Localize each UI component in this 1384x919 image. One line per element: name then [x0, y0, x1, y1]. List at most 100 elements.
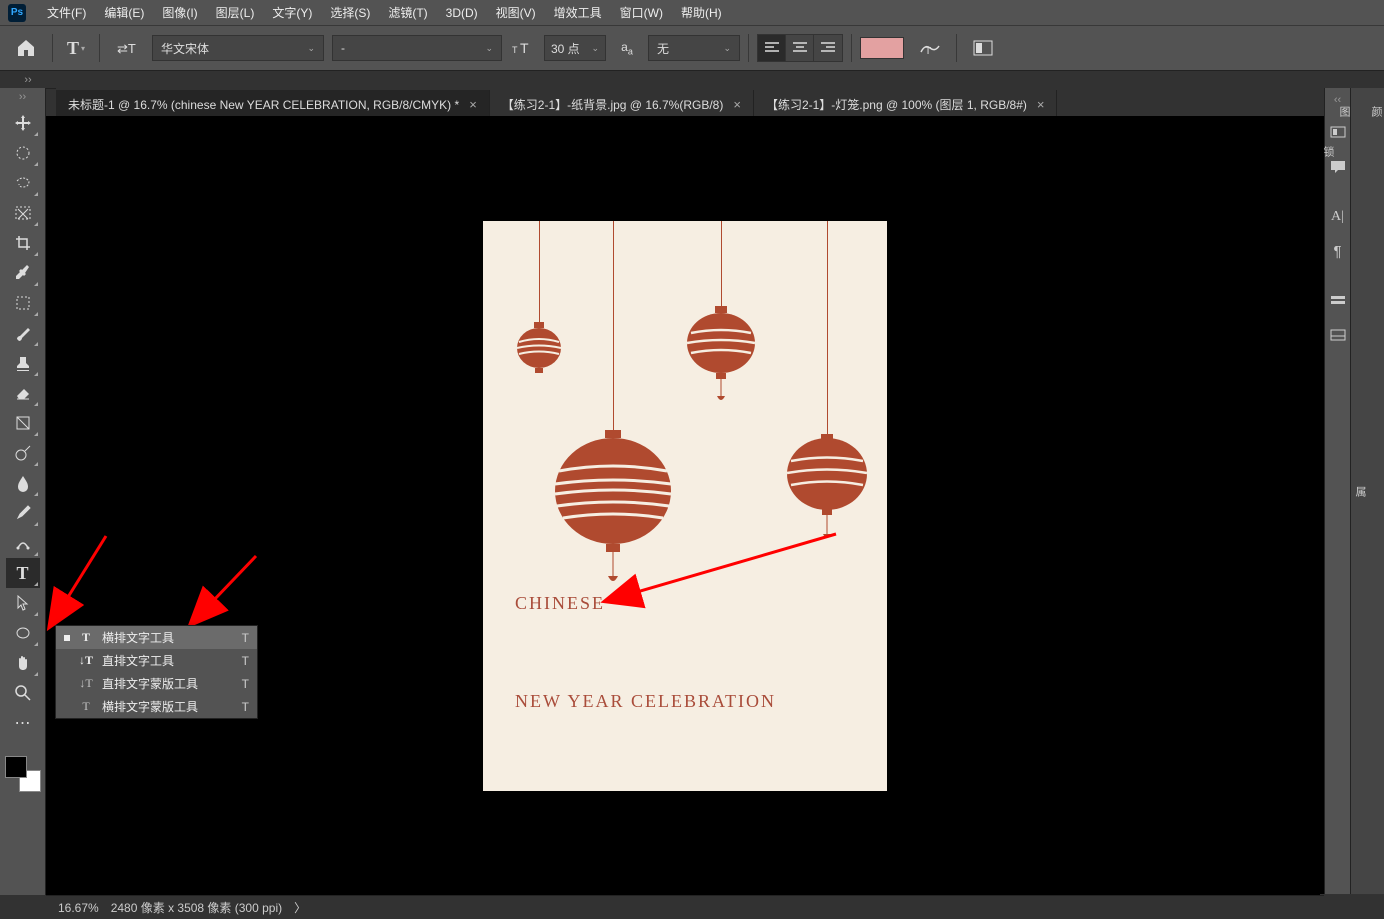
menu-layer[interactable]: 图层(L) [207, 4, 264, 21]
docbar-handle[interactable]: ›› [0, 71, 56, 89]
color-swatches[interactable] [5, 756, 41, 792]
document-tab[interactable]: 【练习2-1】-纸背景.jpg @ 16.7%(RGB/8) × [490, 90, 754, 118]
type-icon: T [78, 630, 94, 645]
home-button[interactable] [8, 33, 44, 63]
flyout-item-horizontal-mask[interactable]: T 横排文字蒙版工具 T [56, 695, 257, 718]
text-color-swatch[interactable] [860, 37, 904, 59]
marquee-tool[interactable] [6, 138, 40, 168]
frame-tool[interactable] [6, 288, 40, 318]
lasso-tool[interactable] [6, 168, 40, 198]
status-arrow-icon[interactable]: 〉 [294, 899, 306, 916]
lantern-artwork [483, 221, 887, 581]
gradient-tool[interactable] [6, 408, 40, 438]
tab-label: 未标题-1 @ 16.7% (chinese New YEAR CELEBRAT… [68, 96, 459, 113]
blur-tool[interactable] [6, 468, 40, 498]
document-tab[interactable]: 【练习2-1】-灯笼.png @ 100% (图层 1, RGB/8#) × [754, 90, 1058, 118]
status-bar: 16.67% 2480 像素 x 3508 像素 (300 ppi) 〉 [46, 895, 1324, 919]
eyedropper-tool[interactable] [6, 258, 40, 288]
zoom-level[interactable]: 16.67% [58, 901, 99, 915]
align-center-button[interactable] [786, 35, 814, 61]
separator [956, 34, 957, 62]
edit-toolbar[interactable]: ⋯ [6, 708, 40, 738]
document-tab[interactable]: 未标题-1 @ 16.7% (chinese New YEAR CELEBRAT… [56, 90, 490, 118]
close-icon[interactable]: × [733, 97, 741, 112]
mask-type-icon: T [78, 699, 94, 714]
warp-text-button[interactable]: T [912, 33, 948, 63]
flyout-shortcut: T [242, 631, 249, 645]
app-logo: Ps [8, 4, 26, 22]
chevron-down-icon: ⌄ [591, 43, 599, 54]
close-icon[interactable]: × [469, 97, 477, 112]
tab-stub[interactable]: 图 [1336, 98, 1352, 895]
menu-plugins[interactable]: 增效工具 [545, 4, 611, 21]
tab-stub[interactable]: 属 [1352, 478, 1368, 895]
character-panel-button[interactable] [965, 33, 1001, 63]
tab-label: 【练习2-1】-灯笼.png @ 100% (图层 1, RGB/8#) [766, 96, 1027, 113]
menu-select[interactable]: 选择(S) [321, 4, 379, 21]
text-layer-chinese[interactable]: CHINESE [515, 593, 605, 614]
close-icon[interactable]: × [1037, 97, 1045, 112]
shape-tool[interactable] [6, 618, 40, 648]
far-right-tabs: 颜 属 图 锁 [1350, 88, 1384, 895]
dodge-tool[interactable] [6, 438, 40, 468]
chevron-down-icon: ⌄ [723, 43, 731, 54]
tab-stub[interactable]: 颜 [1368, 98, 1384, 895]
flyout-item-vertical-mask[interactable]: ↓T 直排文字蒙版工具 T [56, 672, 257, 695]
text-align-group [757, 34, 843, 62]
options-bar: T ▾ ⇄T 华文宋体 ⌄ - ⌄ TT 30 点 ⌄ aa 无 ⌄ [0, 25, 1384, 71]
chevron-down-icon: ⌄ [485, 43, 493, 54]
path-select-tool[interactable] [6, 588, 40, 618]
flyout-label: 直排文字蒙版工具 [102, 675, 198, 692]
separator [851, 34, 852, 62]
svg-text:⇄T: ⇄T [117, 41, 136, 56]
font-size-input[interactable]: 30 点 ⌄ [544, 35, 606, 61]
crop-tool[interactable] [6, 228, 40, 258]
font-size-icon: TT [510, 33, 536, 63]
menu-edit[interactable]: 编辑(E) [95, 4, 153, 21]
type-tool-indicator[interactable]: T ▾ [61, 33, 91, 63]
vertical-mask-type-icon: ↓T [78, 676, 94, 691]
flyout-item-horizontal-type[interactable]: T 横排文字工具 T [56, 626, 257, 649]
selected-dot-icon [64, 635, 70, 641]
document-canvas[interactable]: CHINESE NEW YEAR CELEBRATION [483, 221, 887, 791]
tab-label: 【练习2-1】-纸背景.jpg @ 16.7%(RGB/8) [502, 96, 724, 113]
eraser-tool[interactable] [6, 378, 40, 408]
menu-help[interactable]: 帮助(H) [672, 4, 731, 21]
align-right-button[interactable] [814, 35, 842, 61]
menu-type[interactable]: 文字(Y) [263, 4, 321, 21]
menu-file[interactable]: 文件(F) [38, 4, 95, 21]
hand-tool[interactable] [6, 648, 40, 678]
align-left-button[interactable] [758, 35, 786, 61]
flyout-label: 横排文字工具 [102, 629, 174, 646]
menu-image[interactable]: 图像(I) [153, 4, 206, 21]
menu-window[interactable]: 窗口(W) [611, 4, 672, 21]
tab-stub[interactable]: 锁 [1320, 138, 1336, 895]
antialias-select[interactable]: 无 ⌄ [648, 35, 740, 61]
pen-tool[interactable] [6, 498, 40, 528]
menu-3d[interactable]: 3D(D) [437, 6, 487, 20]
antialias-icon: aa [614, 33, 640, 63]
menu-view[interactable]: 视图(V) [487, 4, 545, 21]
font-style-select[interactable]: - ⌄ [332, 35, 502, 61]
foreground-color[interactable] [5, 756, 27, 778]
quick-select-tool[interactable] [6, 198, 40, 228]
svg-text:T: T [520, 40, 529, 56]
flyout-item-vertical-type[interactable]: ↓T 直排文字工具 T [56, 649, 257, 672]
zoom-tool[interactable] [6, 678, 40, 708]
flyout-label: 横排文字蒙版工具 [102, 698, 198, 715]
menu-filter[interactable]: 滤镜(T) [379, 4, 436, 21]
flyout-shortcut: T [242, 654, 249, 668]
text-layer-newyear[interactable]: NEW YEAR CELEBRATION [515, 691, 776, 712]
stamp-tool[interactable] [6, 348, 40, 378]
separator [748, 34, 749, 62]
canvas-viewport[interactable]: CHINESE NEW YEAR CELEBRATION [46, 116, 1324, 895]
document-dimensions[interactable]: 2480 像素 x 3508 像素 (300 ppi) [111, 899, 282, 916]
flyout-shortcut: T [242, 700, 249, 714]
text-orientation-toggle[interactable]: ⇄T [108, 33, 144, 63]
font-family-select[interactable]: 华文宋体 ⌄ [152, 35, 324, 61]
curvature-pen-tool[interactable] [6, 528, 40, 558]
brush-tool[interactable] [6, 318, 40, 348]
move-tool[interactable] [6, 108, 40, 138]
type-tool[interactable]: T [6, 558, 40, 588]
flyout-shortcut: T [242, 677, 249, 691]
